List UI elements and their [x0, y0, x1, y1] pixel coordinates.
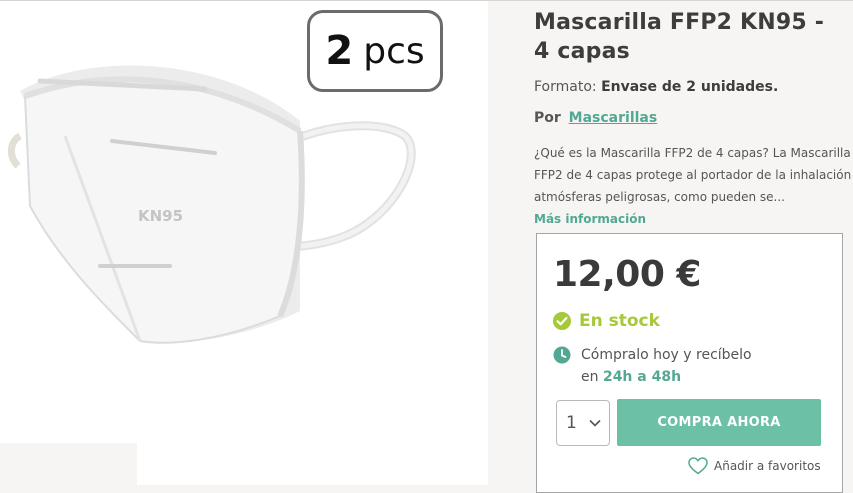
product-title: Mascarilla FFP2 KN95 - 4 capas — [534, 10, 825, 64]
quantity-select[interactable]: 1 — [556, 400, 610, 446]
favorites-label: Añadir a favoritos — [714, 459, 821, 473]
quantity-value: 1 — [566, 413, 577, 433]
more-info-link[interactable]: Más información — [534, 212, 646, 226]
format-value: Envase de 2 unidades. — [601, 79, 779, 95]
format-label: Formato: — [534, 79, 597, 95]
chevron-down-icon — [589, 419, 601, 427]
brand-link[interactable]: Mascarillas — [569, 110, 658, 126]
product-image[interactable]: KN95 2 pcs — [0, 1, 488, 443]
product-description: ¿Qué es la Mascarilla FFP2 de 4 capas? L… — [534, 146, 852, 204]
badge-unit: pcs — [363, 30, 425, 72]
stock-status: En stock — [553, 311, 660, 331]
buy-now-button[interactable]: COMPRA AHORA — [617, 399, 821, 446]
clock-icon — [553, 346, 571, 364]
shipping-prefix: en — [581, 369, 599, 385]
image-bottom-strip — [137, 443, 488, 485]
shipping-info: Cómpralo hoy y recíbelo en 24h a 48h — [553, 344, 752, 388]
heart-icon — [688, 457, 708, 475]
product-format: Formato: Envase de 2 unidades. — [534, 79, 778, 95]
brand-line: Por Mascarillas — [534, 110, 657, 126]
stock-label: En stock — [579, 311, 660, 331]
shipping-time: 24h a 48h — [602, 369, 682, 385]
badge-number: 2 — [325, 28, 354, 74]
add-to-favorites-link[interactable]: Añadir a favoritos — [688, 457, 821, 475]
shipping-line: Cómpralo hoy y recíbelo — [581, 347, 752, 363]
quantity-badge: 2 pcs — [307, 10, 443, 92]
mask-imprint: KN95 — [138, 207, 183, 225]
by-label: Por — [534, 110, 561, 126]
check-circle-icon — [553, 312, 571, 330]
price: 12,00 € — [553, 254, 701, 295]
